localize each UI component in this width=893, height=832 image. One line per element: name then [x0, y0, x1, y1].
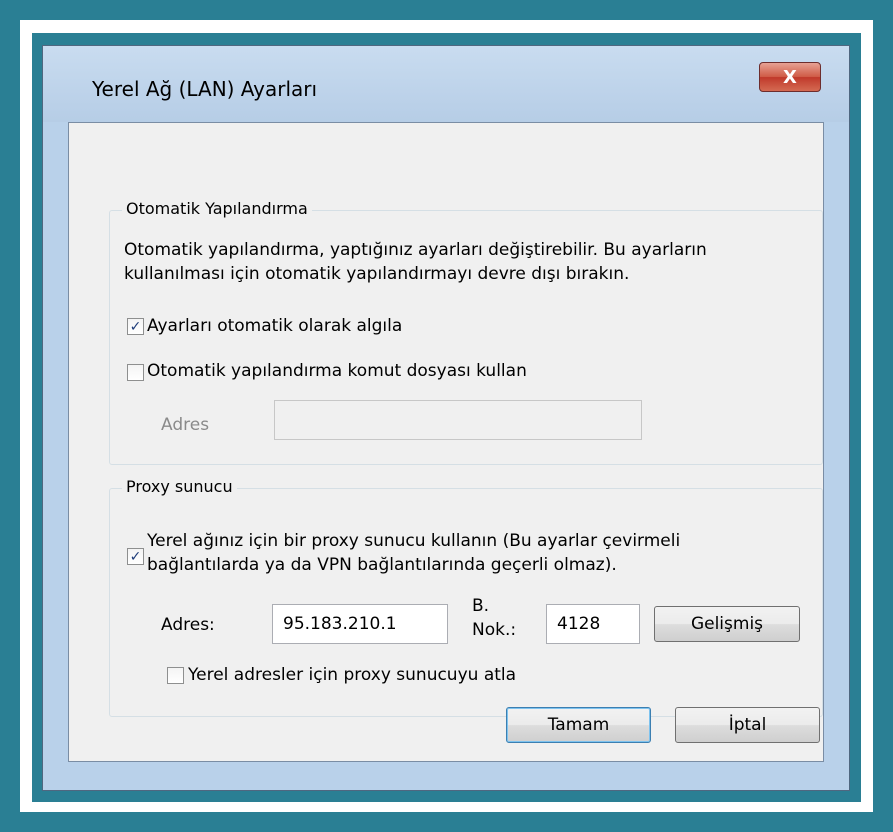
config-script-checkbox[interactable]: [127, 364, 144, 381]
check-icon: ✓: [129, 318, 142, 335]
script-address-input[interactable]: [274, 400, 642, 440]
proxy-address-input[interactable]: 95.183.210.1: [272, 604, 448, 644]
auto-config-description-line1: Otomatik yapılandırma, yaptığınız ayarla…: [124, 240, 707, 260]
lan-settings-dialog: Yerel Ağ (LAN) Ayarları X Otomatik Yapıl…: [42, 45, 850, 791]
cancel-button[interactable]: İptal: [675, 707, 820, 743]
check-icon: ✓: [129, 548, 142, 565]
script-address-label: Adres: [161, 415, 210, 435]
close-icon: X: [783, 66, 797, 88]
auto-config-description-line2: kullanılması için otomatik yapılandırmay…: [124, 264, 630, 284]
config-script-label[interactable]: Otomatik yapılandırma komut dosyası kull…: [147, 359, 527, 383]
detect-settings-checkbox[interactable]: ✓: [127, 318, 144, 335]
bypass-local-label[interactable]: Yerel adresler için proxy sunucuyu atla: [188, 663, 516, 687]
proxy-group: Proxy sunucu ✓ Yerel ağınız için bir pro…: [109, 477, 823, 717]
proxy-legend: Proxy sunucu: [122, 477, 237, 496]
ok-button[interactable]: Tamam: [506, 707, 651, 743]
detect-settings-label[interactable]: Ayarları otomatik olarak algıla: [147, 314, 402, 338]
port-label-line1: B.: [472, 596, 490, 616]
title-bar[interactable]: Yerel Ağ (LAN) Ayarları X: [43, 46, 849, 122]
close-button[interactable]: X: [759, 62, 821, 92]
dialog-body: Otomatik Yapılandırma Otomatik yapılandı…: [68, 122, 824, 762]
use-proxy-checkbox[interactable]: ✓: [127, 548, 144, 565]
window-title: Yerel Ağ (LAN) Ayarları: [92, 77, 318, 101]
bypass-local-checkbox[interactable]: [167, 667, 184, 684]
port-label-line2: Nok.:: [472, 620, 517, 640]
advanced-button[interactable]: Gelişmiş: [654, 606, 800, 642]
use-proxy-label-line2[interactable]: bağlantılarda ya da VPN bağlantılarında …: [147, 553, 617, 577]
use-proxy-label-line1[interactable]: Yerel ağınız için bir proxy sunucu kulla…: [147, 529, 680, 553]
port-input[interactable]: 4128: [546, 604, 640, 644]
proxy-address-label: Adres:: [161, 615, 215, 635]
auto-config-group: Otomatik Yapılandırma Otomatik yapılandı…: [109, 199, 823, 465]
auto-config-legend: Otomatik Yapılandırma: [122, 199, 312, 218]
